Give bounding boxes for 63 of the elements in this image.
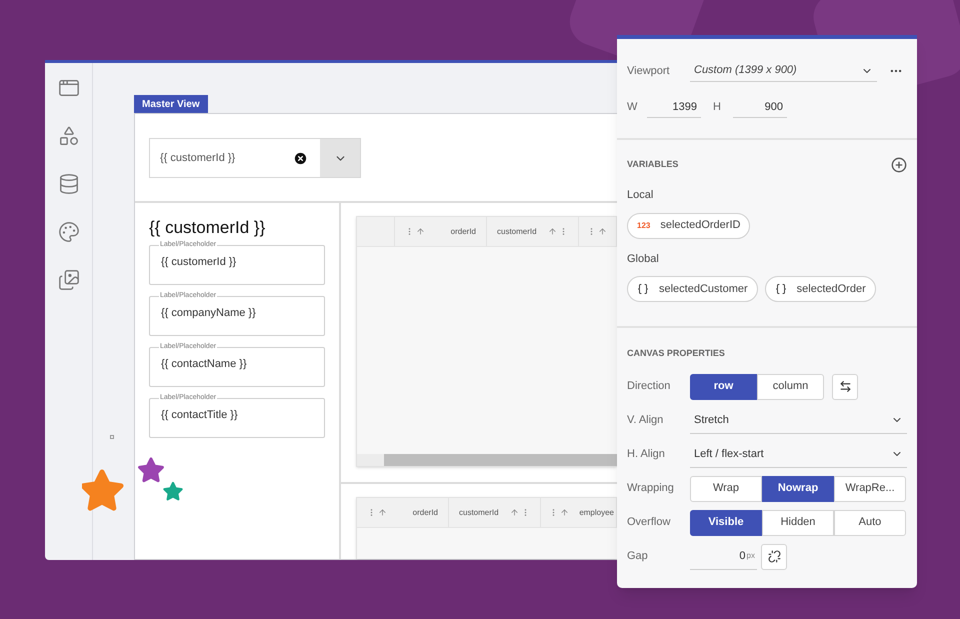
column-header[interactable]: orderId [395, 217, 487, 246]
variable-chip[interactable]: selectedCustomer [627, 276, 758, 302]
dimension-field[interactable]: 900 [733, 96, 787, 118]
viewport-label: Viewport [627, 64, 671, 79]
swap-button[interactable] [832, 374, 858, 400]
property-label: H. Align [627, 447, 666, 462]
group-label: Global [627, 252, 660, 266]
database-icon[interactable] [58, 173, 80, 195]
viewport-select[interactable]: Custom (1399 x 900) [690, 60, 877, 82]
toggle-option[interactable]: Nowrap [762, 476, 834, 502]
toggle-option[interactable]: Visible [690, 510, 762, 536]
sort-arrow-icon[interactable] [378, 508, 387, 517]
sort-arrow-icon[interactable] [560, 508, 569, 517]
images-icon[interactable] [58, 269, 80, 291]
braces-icon [637, 283, 649, 295]
field-value: {{ customerId }} [161, 255, 238, 270]
property-label: Overflow [627, 515, 672, 530]
property-label: Gap [627, 549, 649, 564]
clear-icon[interactable] [293, 150, 308, 166]
variable-chip[interactable]: 123 selectedOrderID [627, 212, 750, 238]
select-field[interactable]: Stretch [690, 408, 907, 434]
section-heading: VARIABLES [627, 158, 678, 172]
toggle-option[interactable]: Wrap [690, 476, 762, 502]
property-label: Direction [627, 379, 672, 394]
group-label: Local [627, 188, 654, 203]
view-tab[interactable]: Master View [134, 95, 208, 113]
add-icon[interactable] [891, 157, 907, 173]
detail-title: {{ customerId }} [149, 217, 266, 239]
section-heading: CANVAS PROPERTIES [627, 347, 726, 360]
toggle-option[interactable]: row [690, 374, 757, 400]
combo-box[interactable]: {{ customerId }} [149, 138, 361, 178]
braces-icon [774, 283, 787, 295]
window-icon[interactable] [58, 77, 80, 99]
sort-arrow-icon[interactable] [510, 508, 519, 517]
field-value: {{ contactName }} [161, 357, 248, 372]
swap-arrows-icon [838, 380, 852, 393]
sort-arrow-icon[interactable] [416, 227, 425, 236]
unlink-button[interactable] [761, 544, 787, 570]
column-header[interactable]: customerId [449, 498, 541, 527]
property-label: Wrapping [627, 481, 675, 496]
toggle-option[interactable]: Auto [834, 510, 906, 536]
property-label: V. Align [627, 413, 664, 428]
palette-icon[interactable] [58, 221, 80, 243]
field-value: {{ companyName }} [161, 306, 257, 321]
resize-handle[interactable] [110, 434, 114, 438]
toggle-option[interactable]: Hidden [762, 510, 834, 536]
dimension-field[interactable]: 1399 [647, 96, 701, 118]
sort-arrow-icon[interactable] [598, 227, 607, 236]
gap-field[interactable]: 0 px [690, 544, 757, 570]
select-field[interactable]: Left / flex-start [690, 442, 907, 468]
dimension-label: W [627, 100, 637, 115]
field-value: {{ contactTitle }} [161, 408, 239, 423]
sort-arrow-icon[interactable] [548, 227, 557, 236]
dimension-label: H [713, 100, 722, 115]
combo-value: {{ customerId }} [159, 150, 236, 166]
shapes-icon[interactable] [58, 125, 80, 147]
unlink-icon [768, 550, 780, 563]
toggle-option[interactable]: WrapRe... [834, 476, 906, 502]
variable-chip[interactable]: selectedOrder [764, 276, 876, 302]
type-label: 123 [637, 220, 650, 232]
column-header[interactable]: orderId [357, 498, 449, 527]
toggle-option[interactable]: column [757, 374, 824, 400]
column-header[interactable]: customerId [487, 217, 579, 246]
